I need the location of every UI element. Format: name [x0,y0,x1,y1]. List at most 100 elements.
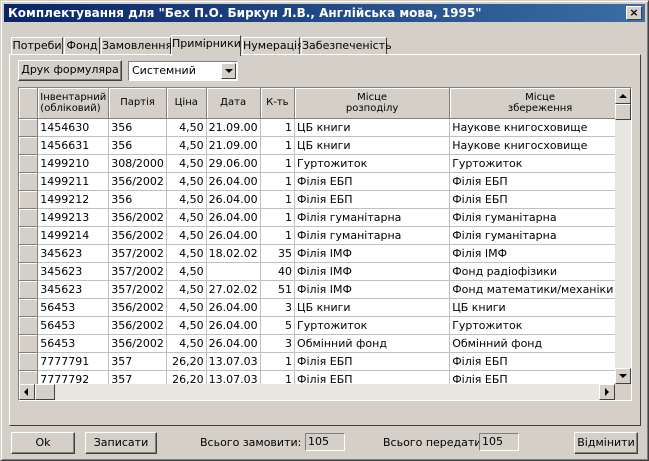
cell-quantity[interactable]: 40 [260,262,296,281]
cell-inventory[interactable]: 1454630 [37,118,110,137]
cell-date[interactable]: 21.09.00 [206,118,261,137]
column-header-quantity[interactable]: К-ть [260,88,296,119]
close-button[interactable]: × [626,6,642,20]
cell-price[interactable]: 4,50 [166,136,207,155]
cell-batch[interactable]: 357/2002 [108,244,167,263]
row-indicator[interactable] [19,136,39,155]
table-row[interactable]: 1456631 356 4,50 21.09.00 1 ЦБ книги Наукове к… [19,136,631,155]
cell-storage-place[interactable]: Філія ЕБП [449,190,631,209]
cell-batch[interactable]: 356 [108,136,167,155]
table-row[interactable]: 1499213 356/2002 4,50 26.04.00 1 Філія гумані… [19,208,631,227]
tab-potreby[interactable]: Потреби [11,37,63,55]
row-indicator[interactable] [19,352,39,371]
cell-batch[interactable]: 356 [108,190,167,209]
cell-storage-place[interactable]: Фонд математики/механіки [449,280,631,299]
cell-inventory[interactable]: 7777791 [37,352,110,371]
cell-quantity[interactable]: 51 [260,280,296,299]
cell-inventory[interactable]: 56453 [37,316,110,335]
cell-distribution-place[interactable]: Філія ІМФ [294,262,451,281]
row-indicator[interactable] [19,190,39,209]
cell-storage-place[interactable]: Філія гуманітарна [449,226,631,245]
cell-quantity[interactable]: 1 [260,190,296,209]
title-bar[interactable]: Комплектування для "Бех П.О. Биркун Л.В.… [4,4,645,22]
cell-distribution-place[interactable]: Обмінний фонд [294,334,451,353]
ok-button[interactable]: Ok [11,432,75,454]
cell-storage-place[interactable]: Філія ЕБП [449,172,631,191]
row-indicator[interactable] [19,172,39,191]
scroll-left-icon[interactable] [19,384,35,400]
row-indicator[interactable] [19,226,39,245]
cell-distribution-place[interactable]: Філія гуманітарна [294,208,451,227]
cell-batch[interactable]: 356/2002 [108,226,167,245]
scroll-down-icon[interactable] [615,368,631,384]
cell-storage-place[interactable]: Фонд радіофізики [449,262,631,281]
cell-quantity[interactable]: 1 [260,352,296,371]
tab-numeratsiia[interactable]: Нумерація [242,37,304,55]
cell-inventory[interactable]: 345623 [37,244,110,263]
cell-batch[interactable]: 356/2002 [108,172,167,191]
cell-storage-place[interactable]: Наукове книгосховище [449,118,631,137]
cell-batch[interactable]: 357/2002 [108,262,167,281]
cell-quantity[interactable]: 1 [260,226,296,245]
horizontal-scroll-thumb[interactable] [35,384,55,400]
cell-price[interactable]: 4,50 [166,334,207,353]
cell-date[interactable]: 21.09.00 [206,136,261,155]
cell-distribution-place[interactable]: Гуртожиток [294,316,451,335]
cell-distribution-place[interactable]: Філія ЕБП [294,190,451,209]
cell-batch[interactable]: 356 [108,118,167,137]
cell-inventory[interactable]: 1499212 [37,190,110,209]
cell-batch[interactable]: 356/2002 [108,316,167,335]
cell-quantity[interactable]: 1 [260,118,296,137]
column-header-distribution-place[interactable]: Місце розподілу [294,88,451,119]
cell-inventory[interactable]: 1456631 [37,136,110,155]
cell-date[interactable]: 13.07.03 [206,352,261,371]
row-indicator[interactable] [19,334,39,353]
cell-price[interactable]: 4,50 [166,208,207,227]
vertical-scroll-thumb[interactable] [615,104,631,120]
row-indicator[interactable] [19,262,39,281]
cell-date[interactable]: 26.04.00 [206,226,261,245]
chevron-down-icon[interactable] [221,63,236,79]
cell-date[interactable]: 26.04.00 [206,334,261,353]
save-button[interactable]: Записати [85,432,157,454]
cell-quantity[interactable]: 1 [260,172,296,191]
table-row[interactable]: 345623 357/2002 4,50 18.02.02 35 Філія ІМФ Філ… [19,244,631,263]
cell-distribution-place[interactable]: Філія ЕБП [294,352,451,371]
cell-date[interactable]: 26.04.00 [206,190,261,209]
tab-zabezpechenist[interactable]: Забезпеченість [301,37,392,55]
cell-distribution-place[interactable]: Філія ІМФ [294,244,451,263]
print-form-button[interactable]: Друк формуляра [18,60,122,81]
table-row[interactable]: 1499212 356 4,50 26.04.00 1 Філія ЕБП Філія ЕБ… [19,190,631,209]
cell-inventory[interactable]: 1499210 [37,154,110,173]
cell-date[interactable]: 26.04.00 [206,298,261,317]
cancel-button[interactable]: Відмінити [574,432,638,454]
cell-storage-place[interactable]: Гуртожиток [449,316,631,335]
cell-price[interactable]: 4,50 [166,172,207,191]
cell-date[interactable]: 26.04.00 [206,316,261,335]
scroll-right-icon[interactable] [599,384,615,400]
cell-price[interactable]: 4,50 [166,316,207,335]
cell-batch[interactable]: 357 [108,352,167,371]
table-row[interactable]: 56453 356/2002 4,50 26.04.00 3 Обмінний фонд О… [19,334,631,353]
tab-prymirnyky[interactable]: Примірники [171,35,241,56]
cell-storage-place[interactable]: Філія ЕБП [449,352,631,371]
cell-price[interactable]: 4,50 [166,262,207,281]
row-indicator[interactable] [19,208,39,227]
tab-zamovlennia[interactable]: Замовлення [101,37,172,55]
tab-fond[interactable]: Фонд [64,37,100,55]
cell-batch[interactable]: 356/2002 [108,208,167,227]
cell-price[interactable]: 4,50 [166,226,207,245]
cell-storage-place[interactable]: Обмінний фонд [449,334,631,353]
row-indicator[interactable] [19,316,39,335]
cell-distribution-place[interactable]: ЦБ книги [294,298,451,317]
column-header-price[interactable]: Ціна [166,88,207,119]
cell-batch[interactable]: 357/2002 [108,280,167,299]
cell-inventory[interactable]: 56453 [37,298,110,317]
cell-quantity[interactable]: 1 [260,154,296,173]
vertical-scrollbar[interactable] [615,88,631,384]
column-header-storage-place[interactable]: Місце збереження [449,88,631,119]
cell-inventory[interactable]: 1499213 [37,208,110,227]
cell-distribution-place[interactable]: Філія ЕБП [294,172,451,191]
cell-inventory[interactable]: 1499211 [37,172,110,191]
cell-inventory[interactable]: 345623 [37,262,110,281]
